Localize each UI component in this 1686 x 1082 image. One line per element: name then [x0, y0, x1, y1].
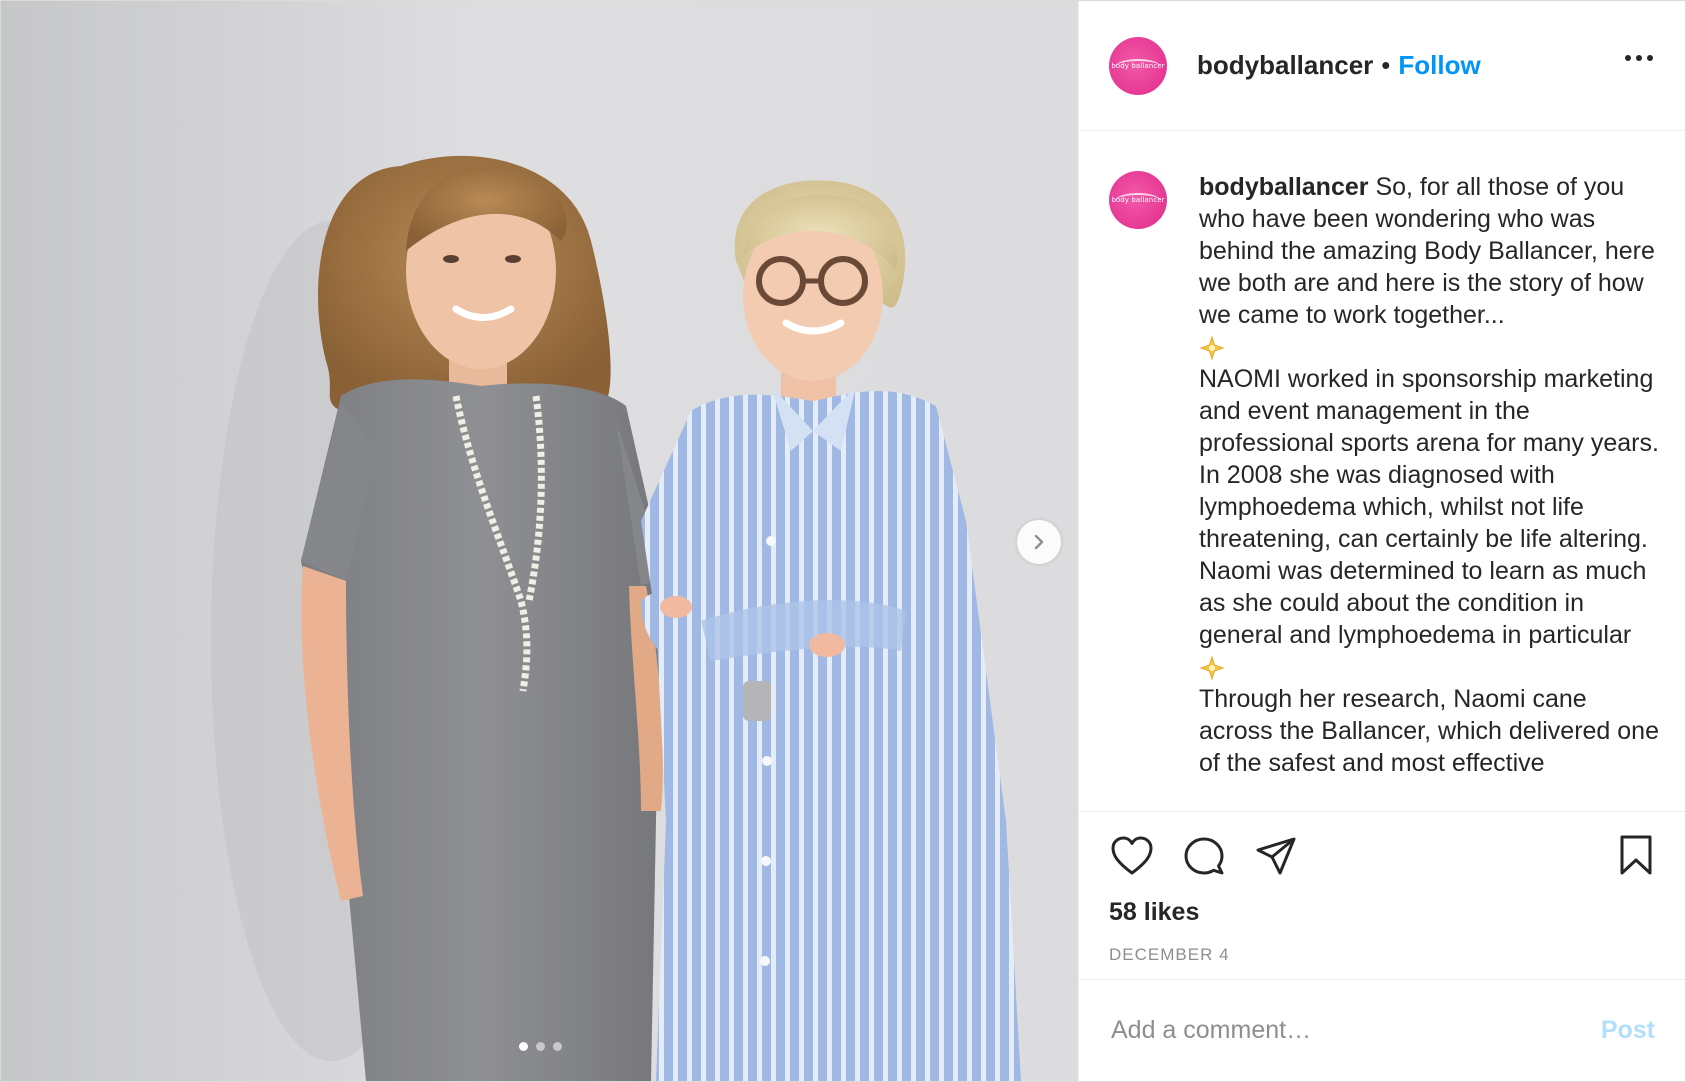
save-button[interactable]	[1613, 832, 1659, 878]
follow-button[interactable]: Follow	[1398, 50, 1480, 81]
caption-paragraph-1: NAOMI worked in sponsorship marketing an…	[1199, 365, 1659, 649]
share-button[interactable]	[1253, 833, 1299, 879]
paper-plane-icon	[1256, 837, 1296, 875]
comment-box: Post	[1079, 979, 1685, 1081]
like-button[interactable]	[1109, 833, 1155, 879]
post-sidebar: body ballancer bodyballancer • Follow bo…	[1078, 1, 1685, 1081]
caption-scroll-area[interactable]: body ballancer bodyballancer So, for all…	[1079, 131, 1685, 811]
caption-username-link[interactable]: bodyballancer	[1199, 173, 1369, 201]
post-comment-button[interactable]: Post	[1601, 1016, 1655, 1045]
carousel-next-button[interactable]	[1017, 520, 1061, 564]
glowing-star-emoji-icon	[1199, 335, 1225, 362]
photo-illustration	[1, 1, 1078, 1081]
carousel-dot	[536, 1042, 545, 1051]
username-link[interactable]: bodyballancer	[1197, 50, 1373, 81]
post-date: DECEMBER 4	[1109, 945, 1230, 964]
post-header: body ballancer bodyballancer • Follow	[1079, 1, 1685, 131]
post-actions: 58 likes DECEMBER 4	[1079, 811, 1685, 979]
chevron-right-icon	[1034, 534, 1044, 550]
caption-text: bodyballancer So, for all those of you w…	[1199, 171, 1661, 811]
caption-paragraph-2: Through her research, Naomi cane across …	[1199, 685, 1659, 777]
comment-input[interactable]	[1109, 1015, 1553, 1046]
post-photo[interactable]	[1, 1, 1078, 1081]
action-icons	[1109, 832, 1655, 880]
bookmark-icon	[1620, 835, 1652, 875]
caption-avatar[interactable]: body ballancer	[1109, 171, 1167, 229]
comment-button[interactable]	[1181, 833, 1227, 879]
heart-icon	[1111, 836, 1153, 875]
more-options-icon[interactable]	[1625, 55, 1653, 61]
glowing-star-emoji-icon	[1199, 655, 1225, 682]
carousel-dot	[553, 1042, 562, 1051]
carousel-indicator	[519, 1042, 562, 1051]
likes-count[interactable]: 58 likes	[1109, 898, 1655, 927]
separator-dot: •	[1381, 50, 1391, 80]
avatar[interactable]: body ballancer	[1109, 36, 1167, 95]
comment-bubble-icon	[1184, 837, 1224, 875]
carousel-dot-active	[519, 1042, 528, 1051]
instagram-post: body ballancer bodyballancer • Follow bo…	[0, 0, 1686, 1082]
